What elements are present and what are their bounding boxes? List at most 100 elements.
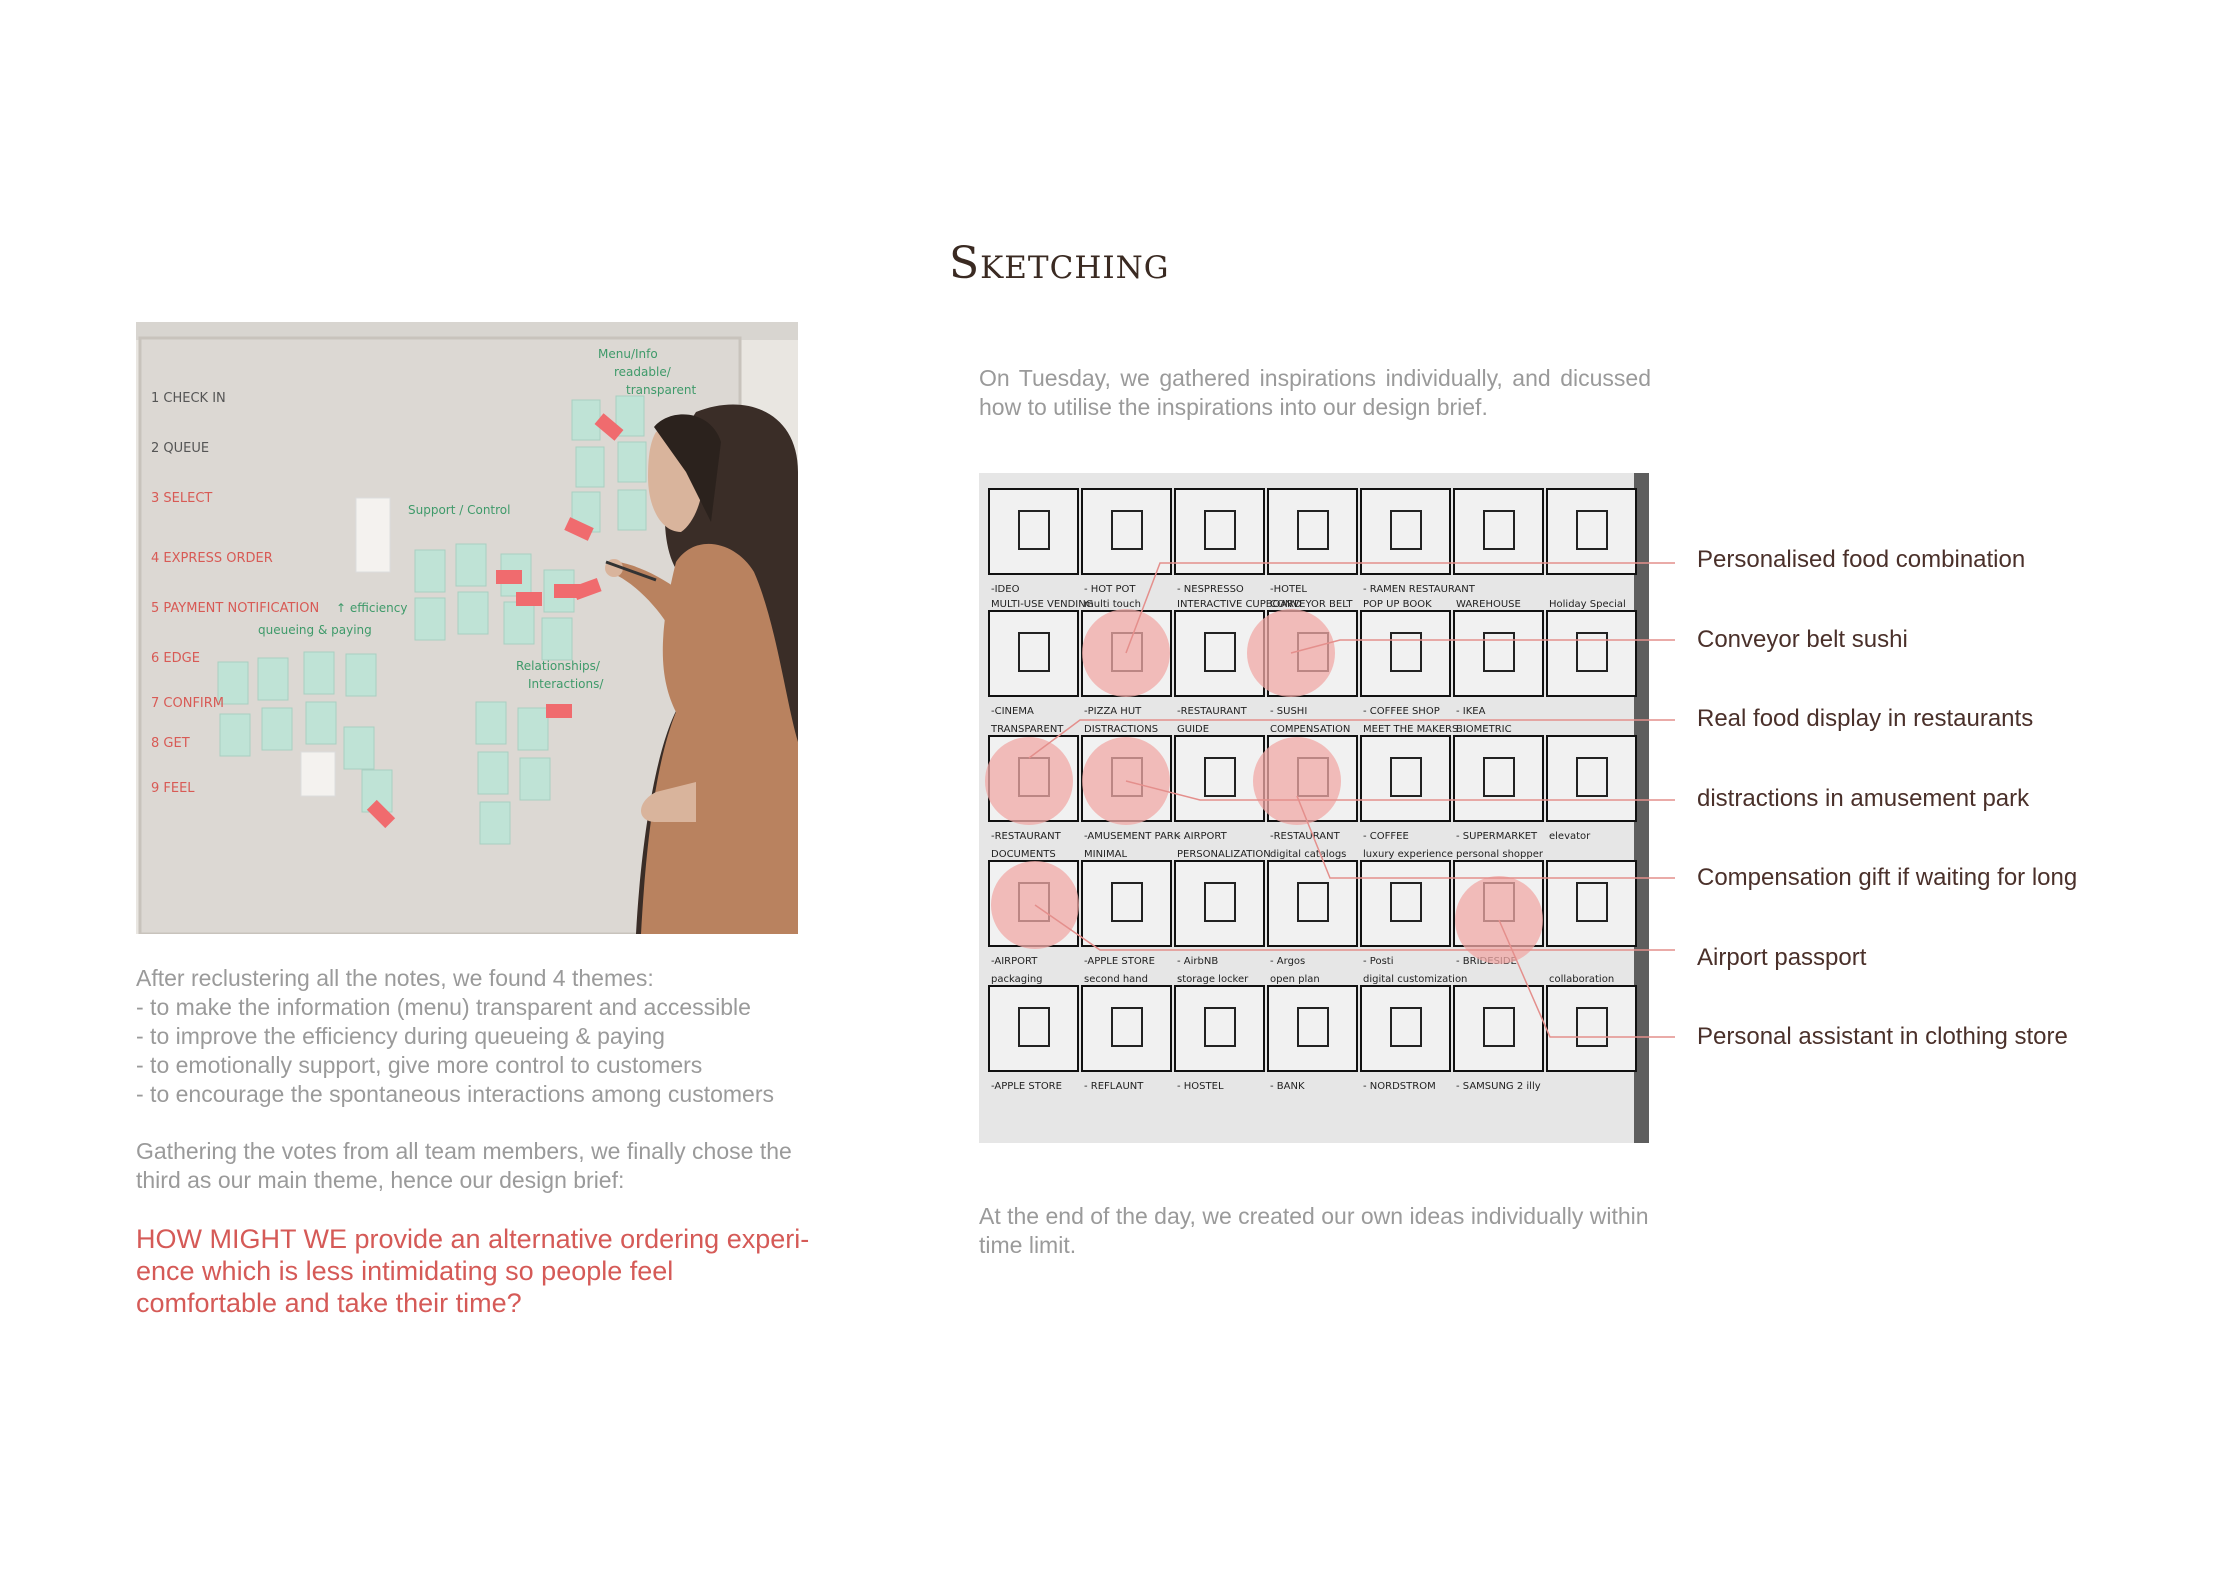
sketch-cell (1174, 735, 1265, 822)
sketch-top-label: Holiday Special (1549, 599, 1626, 610)
highlight-circle (1247, 609, 1335, 697)
annotation-compensation-gift: Compensation gift if waiting for long (1697, 864, 2078, 891)
sketch-bottom-label: -CINEMA (991, 706, 1034, 717)
sketch-bottom-label: - BANK (1270, 1081, 1305, 1092)
sketch-bottom-label: - SUPERMARKET (1456, 831, 1538, 842)
sketch-cell (1174, 985, 1265, 1072)
theme-item: - to encourage the spontaneous interacti… (136, 1081, 774, 1107)
svg-text:readable/: readable/ (614, 365, 672, 379)
themes-intro: After reclustering all the notes, we fou… (136, 965, 654, 991)
svg-text:8 GET: 8 GET (151, 736, 190, 751)
svg-text:7 CONFIRM: 7 CONFIRM (151, 696, 224, 711)
highlight-circle (985, 737, 1073, 825)
sketch-grid-photo: -IDEO - HOT POT - NESPRESSO -HOTEL - RAMEN R… (979, 473, 1649, 1143)
sketch-cell (1267, 860, 1358, 947)
svg-text:5 PAYMENT NOTIFICATION: 5 PAYMENT NOTIFICATION (151, 601, 319, 616)
svg-text:Interactions/: Interactions/ (528, 677, 604, 691)
theme-item: - to improve the efficiency during queue… (136, 1023, 665, 1049)
annotation-distractions: distractions in amusement park (1697, 785, 2030, 812)
sketch-bottom-label: -APPLE STORE (991, 1081, 1062, 1092)
sketch-cell (1267, 488, 1358, 575)
votes-paragraph: Gathering the votes from all team member… (136, 1138, 792, 1193)
sketch-top-label: BIOMETRIC (1456, 724, 1512, 735)
annotation-personalised-food: Personalised food combination (1697, 546, 2026, 573)
whiteboard-photo: 1 CHECK IN 2 QUEUE 3 SELECT 4 EXPRESS OR… (136, 322, 798, 934)
sketch-bottom-label: - SAMSUNG 2 illy (1456, 1081, 1541, 1092)
sketch-top-label: digital customization (1363, 974, 1467, 985)
sketching-intro: On Tuesday, we gathered inspirations ind… (979, 365, 1651, 420)
sketch-bottom-label: -RESTAURANT (1177, 706, 1248, 717)
sketch-cell (1174, 860, 1265, 947)
sketch-bottom-label: - Argos (1270, 956, 1305, 967)
sketch-top-label: collaboration (1549, 974, 1614, 985)
svg-text:3 SELECT: 3 SELECT (151, 491, 212, 506)
svg-text:Menu/Info: Menu/Info (598, 347, 658, 361)
svg-text:9 FEEL: 9 FEEL (151, 781, 195, 796)
sketch-top-label: digital catalogs (1270, 849, 1346, 860)
sketch-top-label: open plan (1270, 974, 1320, 985)
theme-item: - to make the information (menu) transpa… (136, 994, 751, 1020)
sketch-cell (1546, 488, 1637, 575)
sketch-cell (988, 610, 1079, 697)
sketch-bottom-label: - NESPRESSO (1177, 584, 1244, 595)
sketch-cell (1360, 860, 1451, 947)
sketch-cell (1546, 860, 1637, 947)
design-brief: HOW MIGHT WE provide an alternative orde… (136, 1224, 810, 1318)
sketch-cell (988, 985, 1079, 1072)
sketch-bottom-label: -HOTEL (1270, 584, 1307, 595)
sketch-top-label: MEET THE MAKERS (1363, 724, 1458, 735)
sketch-cell (1360, 985, 1451, 1072)
sketch-bottom-label: -RESTAURANT (991, 831, 1062, 842)
sketch-bottom-label: -APPLE STORE (1084, 956, 1155, 967)
annotation-conveyor-belt: Conveyor belt sushi (1697, 626, 1908, 653)
sketch-top-label: GUIDE (1177, 724, 1209, 735)
sketch-bottom-label: - COFFEE (1363, 831, 1409, 842)
sketch-cell (1174, 488, 1265, 575)
svg-text:↑ efficiency: ↑ efficiency (336, 601, 407, 615)
sketch-bottom-label: -AMUSEMENT PARK (1084, 831, 1181, 842)
sketch-bottom-label: - SUSHI (1270, 706, 1307, 717)
sketch-top-label: MULTI-USE VENDING (991, 599, 1094, 610)
sketch-bottom-label: - NORDSTROM (1363, 1081, 1436, 1092)
sketching-outro: At the end of the day, we created our ow… (979, 1203, 1649, 1258)
sketch-bottom-label: -PIZZA HUT (1084, 706, 1142, 717)
sketch-cell (1453, 735, 1544, 822)
sketch-cell (1267, 985, 1358, 1072)
sketch-bottom-label: elevator (1549, 831, 1591, 842)
sketch-cell (1081, 860, 1172, 947)
sketch-cell (1453, 985, 1544, 1072)
annotation-personal-assistant: Personal assistant in clothing store (1697, 1023, 2068, 1050)
svg-text:queueing & paying: queueing & paying (258, 623, 372, 637)
sketch-bottom-label: - COFFEE SHOP (1363, 706, 1440, 717)
sketch-cell (1360, 735, 1451, 822)
sketch-top-label: DOCUMENTS (991, 849, 1056, 860)
sketch-bottom-label: - REFLAUNT (1084, 1081, 1144, 1092)
sketch-bottom-label: -AIRPORT (991, 956, 1038, 967)
sketch-top-label: luxury experience (1363, 849, 1453, 860)
sketch-top-label: COMPENSATION (1270, 724, 1350, 735)
sketch-top-label: personal shopper (1456, 849, 1544, 860)
sketch-bottom-label: - HOT POT (1084, 584, 1136, 595)
sketch-top-label: CONVEYOR BELT (1270, 599, 1353, 610)
sketch-top-label: WAREHOUSE (1456, 599, 1521, 610)
sketch-cell (1546, 735, 1637, 822)
svg-text:1 CHECK IN: 1 CHECK IN (151, 391, 226, 406)
theme-item: - to emotionally support, give more cont… (136, 1052, 703, 1078)
svg-text:Support / Control: Support / Control (408, 503, 511, 517)
sketch-cell (1453, 488, 1544, 575)
page-title: Sketching (949, 238, 1170, 289)
sketch-top-label: multi touch (1084, 599, 1141, 610)
sketch-top-label: PERSONALIZATION (1177, 849, 1271, 860)
highlight-circle (991, 861, 1079, 949)
highlight-circle (1082, 609, 1170, 697)
sketch-top-label: MINIMAL (1084, 849, 1127, 860)
sketch-top-label: DISTRACTIONS (1084, 724, 1158, 735)
sketch-bottom-label: - HOSTEL (1177, 1081, 1224, 1092)
annotation-airport-passport: Airport passport (1697, 944, 1867, 971)
sketch-cell (1453, 610, 1544, 697)
svg-text:transparent: transparent (626, 383, 696, 397)
highlight-circle (1082, 737, 1170, 825)
highlight-circle (1253, 737, 1341, 825)
sketch-cell (1546, 610, 1637, 697)
sketch-bottom-label: - AirbNB (1177, 956, 1218, 967)
